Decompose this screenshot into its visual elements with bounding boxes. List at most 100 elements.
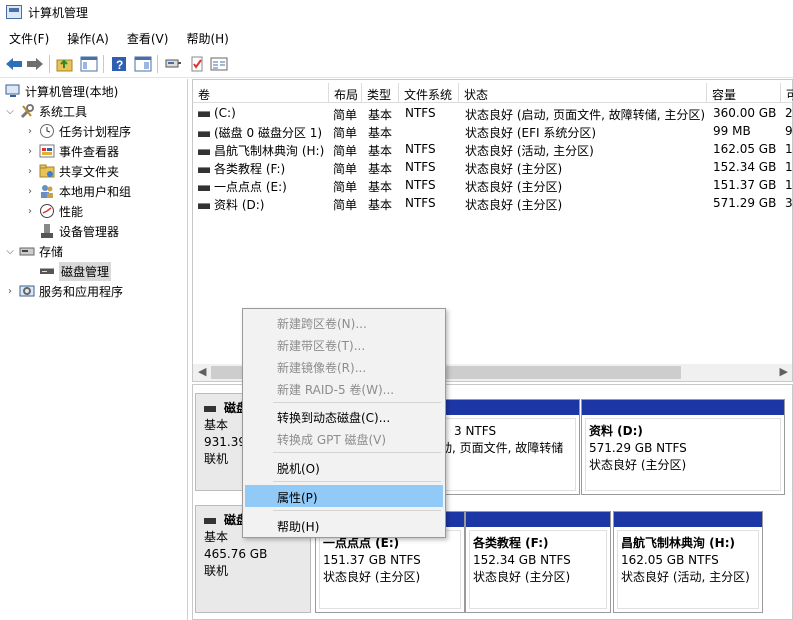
shared-folder-icon bbox=[39, 163, 55, 179]
help-icon[interactable]: ? bbox=[109, 54, 129, 74]
chevron-right-icon[interactable]: › bbox=[24, 126, 36, 137]
scroll-left-icon[interactable]: ◀ bbox=[198, 365, 206, 378]
properties-icon[interactable] bbox=[209, 54, 229, 74]
device-manager-icon bbox=[39, 223, 55, 239]
chevron-down-icon[interactable]: ⌵ bbox=[4, 246, 16, 257]
tree-label-event-viewer: 事件查看器 bbox=[59, 144, 120, 159]
partition-d-name: 资料 (D:) bbox=[589, 424, 643, 438]
tree-item-disk-management[interactable]: 磁盘管理 bbox=[24, 261, 112, 281]
tree-item-performance[interactable]: › 性能 bbox=[24, 201, 83, 221]
svg-text:?: ? bbox=[116, 58, 123, 72]
menu-item-properties[interactable]: 属性(P) bbox=[245, 485, 443, 507]
menu-file[interactable]: 文件(F) bbox=[0, 27, 58, 49]
chevron-right-icon[interactable]: › bbox=[24, 166, 36, 177]
computer-management-icon bbox=[6, 5, 22, 19]
computer-icon bbox=[5, 83, 21, 99]
column-header-free[interactable]: 可 bbox=[781, 83, 793, 103]
tree-label-performance: 性能 bbox=[59, 204, 84, 219]
forward-arrow-icon[interactable] bbox=[25, 54, 45, 74]
tree-label-shared-folders: 共享文件夹 bbox=[59, 164, 120, 179]
table-row[interactable]: 一点点点 (E:) 简单 基本 NTFS 状态良好 (主分区) 151.37 G… bbox=[193, 176, 793, 194]
partition-c-status: 启动, 页面文件, 故障转储 bbox=[428, 441, 564, 455]
tree-label-local-users: 本地用户和组 bbox=[59, 184, 132, 199]
performance-icon bbox=[39, 203, 55, 219]
tree-item-services-apps[interactable]: › 服务和应用程序 bbox=[4, 281, 123, 301]
table-row[interactable]: 各类教程 (F:) 简单 基本 NTFS 状态良好 (主分区) 152.34 G… bbox=[193, 158, 793, 176]
partition-e-status: 状态良好 (主分区) bbox=[323, 570, 421, 584]
partition-c[interactable]: 3 NTFS 启动, 页面文件, 故障转储 bbox=[423, 399, 580, 495]
menu-item-convert-gpt[interactable]: 转换成 GPT 磁盘(V) bbox=[245, 427, 443, 449]
tree-item-event-viewer[interactable]: › 事件查看器 bbox=[24, 141, 119, 161]
menu-action[interactable]: 操作(A) bbox=[58, 27, 118, 49]
chevron-right-icon[interactable]: › bbox=[24, 206, 36, 217]
disk-1-status: 联机 bbox=[204, 564, 229, 578]
tree-item-local-users[interactable]: › 本地用户和组 bbox=[24, 181, 131, 201]
menu-item-new-mirrored[interactable]: 新建镜像卷(R)... bbox=[245, 355, 443, 377]
tree-item-system-tools[interactable]: ⌵ 系统工具 bbox=[4, 101, 87, 121]
chevron-right-icon[interactable]: › bbox=[4, 286, 16, 297]
partition-d-size: 571.29 GB NTFS bbox=[589, 441, 687, 455]
check-icon[interactable] bbox=[187, 54, 207, 74]
menu-item-offline[interactable]: 脱机(O) bbox=[245, 456, 443, 478]
menu-item-new-spanned[interactable]: 新建跨区卷(N)... bbox=[245, 311, 443, 333]
event-viewer-icon bbox=[39, 143, 55, 159]
partition-d-status: 状态良好 (主分区) bbox=[589, 458, 687, 472]
column-header-capacity[interactable]: 容量 bbox=[707, 83, 781, 103]
table-row[interactable]: 昌航飞制林典洵 (H:) 简单 基本 NTFS 状态良好 (活动, 主分区) 1… bbox=[193, 140, 793, 158]
menu-separator bbox=[273, 481, 441, 482]
column-header-type[interactable]: 类型 bbox=[362, 83, 399, 103]
drive-icon bbox=[198, 130, 210, 137]
tree-item-root[interactable]: 计算机管理(本地) bbox=[2, 81, 118, 101]
drive-icon bbox=[198, 202, 210, 209]
partition-f-name: 各类教程 (F:) bbox=[473, 536, 549, 550]
drive-icon bbox=[198, 110, 210, 117]
tree-label-device-manager: 设备管理器 bbox=[59, 224, 120, 239]
tree-label-services-apps: 服务和应用程序 bbox=[39, 284, 124, 299]
chevron-right-icon[interactable]: › bbox=[24, 186, 36, 197]
tree-item-shared-folders[interactable]: › 共享文件夹 bbox=[24, 161, 119, 181]
column-header-filesystem[interactable]: 文件系统 bbox=[399, 83, 459, 103]
menu-bar: 文件(F) 操作(A) 查看(V) 帮助(H) bbox=[0, 27, 793, 49]
partition-c-size: 3 NTFS bbox=[454, 424, 497, 438]
up-folder-icon[interactable] bbox=[55, 54, 75, 74]
navigation-tree: 计算机管理(本地) ⌵ 系统工具 › 任务计划程序 › 事件查看器 › 共享文件… bbox=[0, 79, 188, 620]
menu-item-new-raid5[interactable]: 新建 RAID-5 卷(W)... bbox=[245, 377, 443, 399]
show-hide-tree-icon[interactable] bbox=[79, 54, 99, 74]
menu-view[interactable]: 查看(V) bbox=[118, 27, 178, 49]
back-arrow-icon[interactable] bbox=[4, 54, 24, 74]
column-header-volume[interactable]: 卷 bbox=[193, 83, 329, 103]
menu-item-new-striped[interactable]: 新建带区卷(T)... bbox=[245, 333, 443, 355]
services-icon bbox=[19, 283, 35, 299]
tree-item-task-scheduler[interactable]: › 任务计划程序 bbox=[24, 121, 131, 141]
menu-item-convert-dynamic[interactable]: 转换到动态磁盘(C)... bbox=[245, 405, 443, 427]
partition-e-size: 151.37 GB NTFS bbox=[323, 553, 421, 567]
scroll-right-icon[interactable]: ▶ bbox=[780, 365, 788, 378]
menu-separator bbox=[273, 510, 441, 511]
tree-item-storage[interactable]: ⌵ 存储 bbox=[4, 241, 63, 261]
drive-icon bbox=[198, 166, 210, 173]
disk-icon bbox=[204, 405, 216, 412]
partition-d[interactable]: 资料 (D:) 571.29 GB NTFS 状态良好 (主分区) bbox=[581, 399, 785, 495]
column-header-status[interactable]: 状态 bbox=[459, 83, 707, 103]
table-row[interactable]: (C:) 简单 基本 NTFS 状态良好 (启动, 页面文件, 故障转储, 主分… bbox=[193, 104, 793, 122]
column-header-layout[interactable]: 布局 bbox=[329, 83, 362, 103]
window-title: 计算机管理 bbox=[28, 6, 89, 20]
menu-item-help[interactable]: 帮助(H) bbox=[245, 514, 443, 536]
console-icon[interactable] bbox=[133, 54, 153, 74]
tree-item-device-manager[interactable]: 设备管理器 bbox=[24, 221, 119, 241]
table-row[interactable]: (磁盘 0 磁盘分区 1) 简单 基本 状态良好 (EFI 系统分区) 99 M… bbox=[193, 122, 793, 140]
drive-icon bbox=[198, 184, 210, 191]
connect-icon[interactable] bbox=[163, 54, 183, 74]
partition-f[interactable]: 各类教程 (F:) 152.34 GB NTFS 状态良好 (主分区) bbox=[465, 511, 611, 613]
menu-separator bbox=[273, 452, 441, 453]
tree-label-root: 计算机管理(本地) bbox=[25, 84, 119, 99]
disk-management-icon bbox=[39, 263, 55, 279]
chevron-right-icon[interactable]: › bbox=[24, 146, 36, 157]
partition-h[interactable]: 昌航飞制林典洵 (H:) 162.05 GB NTFS 状态良好 (活动, 主分… bbox=[613, 511, 763, 613]
chevron-down-icon[interactable]: ⌵ bbox=[4, 106, 16, 117]
table-row[interactable]: 资料 (D:) 简单 基本 NTFS 状态良好 (主分区) 571.29 GB … bbox=[193, 194, 793, 212]
tools-icon bbox=[19, 103, 35, 119]
menu-help[interactable]: 帮助(H) bbox=[177, 27, 237, 49]
tree-label-storage: 存储 bbox=[39, 244, 64, 259]
clock-icon bbox=[39, 123, 55, 139]
